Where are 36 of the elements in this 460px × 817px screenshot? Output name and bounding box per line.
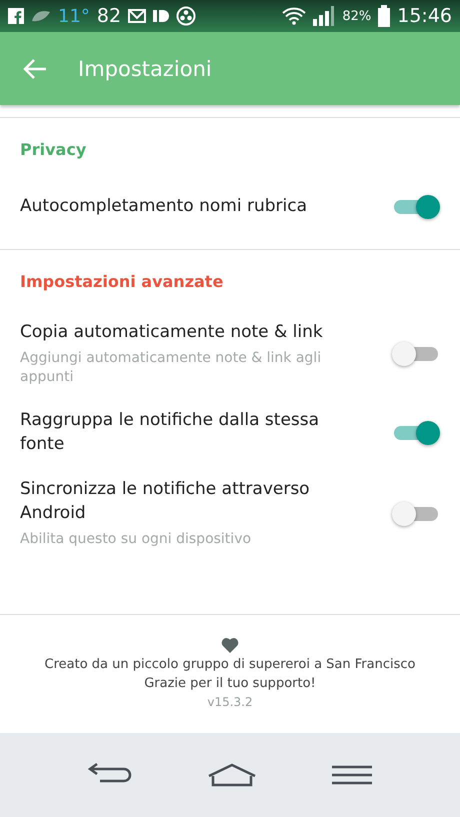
settings-row[interactable]: Copia automaticamente note & link Aggiungi automaticamente note & link agli appunti [0,311,460,398]
circle-dots-icon [176,6,196,26]
section-header: Privacy [19,139,88,161]
setting-summary: Abilita questo su ogni dispositivo [20,530,252,549]
id-icon [153,9,170,23]
setting-summary: Aggiungi automaticamente note & link agli appunti [20,348,322,388]
thanks-text: Grazie per il tuo supporto! [144,676,316,691]
signal-icon [313,6,336,26]
battery-percent: 82% [342,8,372,24]
setting-label: Sincronizza le notifiche attraverso Android [20,478,311,525]
screen-title: Impostazioni [78,56,212,80]
leaf-icon [31,9,51,23]
facebook-icon [8,8,24,24]
setting-label: Autocompletamento nomi rubrica [20,195,307,218]
section-header: Impostazioni avanzate [19,271,224,293]
notification-count: 82 [96,5,122,27]
toggle-switch[interactable] [392,500,440,528]
mail-icon [128,9,146,23]
toggle-switch[interactable] [392,340,440,368]
setting-label: Raggruppa le notifiche dalla stessa fonte [20,409,320,456]
toggle-switch[interactable] [392,418,440,447]
temperature-text: 11° [58,6,90,26]
heart-icon [221,637,239,653]
version-text: v15.3.2 [207,695,253,709]
battery-icon [378,5,390,27]
wifi-icon [282,7,306,25]
clock: 15:46 [397,5,452,27]
credit-text: Creato da un piccolo gruppo di supereroi a San Francisco [44,657,416,672]
menu-icon[interactable] [331,764,373,786]
setting-label: Copia automaticamente note & link [20,321,324,344]
settings-row[interactable]: Raggruppa le notifiche dalla stessa fonte [0,398,460,468]
settings-row[interactable]: Sincronizza le notifiche attraverso Android Abilita questo su ogni dispositivo [0,468,460,574]
toggle-switch[interactable] [392,193,440,221]
home-icon[interactable] [207,763,257,787]
settings-row[interactable]: Autocompletamento nomi rubrica [0,179,460,249]
back-arrow-icon[interactable] [22,58,48,80]
